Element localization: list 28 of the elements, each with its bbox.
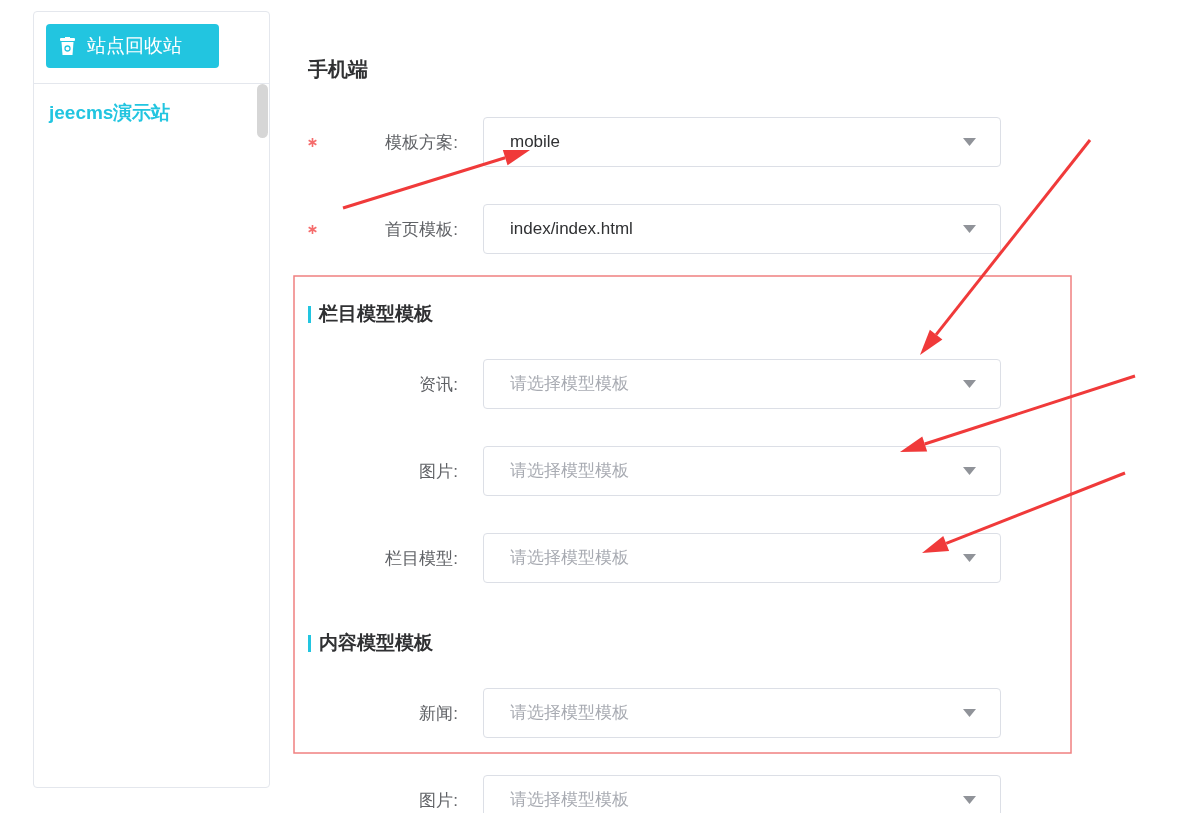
- section-heading: 栏目模型模板: [319, 302, 433, 326]
- caret-icon: [963, 225, 976, 233]
- field-label: 新闻:: [418, 702, 458, 725]
- caret-icon: [963, 796, 976, 804]
- field-label: 图片:: [418, 460, 458, 483]
- caret-icon: [963, 380, 976, 388]
- field-label: 首页模板:: [384, 218, 458, 241]
- field-label: 图片:: [418, 789, 458, 812]
- accent-bar: [308, 305, 311, 323]
- field-label: 资讯:: [418, 373, 458, 396]
- scrollbar-thumb[interactable]: [257, 84, 268, 138]
- caret-icon: [963, 709, 976, 717]
- trash-icon: [60, 37, 75, 55]
- caret-icon: [963, 138, 976, 146]
- field-label: 栏目模型:: [384, 547, 458, 570]
- section-heading: 内容模型模板: [319, 631, 433, 655]
- caret-icon: [963, 554, 976, 562]
- caret-icon: [963, 467, 976, 475]
- select-field[interactable]: 请选择模型模板: [483, 688, 1001, 738]
- select-field[interactable]: 请选择模型模板: [483, 775, 1001, 813]
- select-field[interactable]: 请选择模型模板: [483, 446, 1001, 496]
- select-field[interactable]: 请选择模型模板: [483, 359, 1001, 409]
- section-title: 手机端: [308, 57, 369, 82]
- select-field[interactable]: 请选择模型模板: [483, 533, 1001, 583]
- select-field[interactable]: index/index.html: [483, 204, 1001, 254]
- accent-bar: [308, 634, 311, 652]
- select-field[interactable]: mobile: [483, 117, 1001, 167]
- field-label: 模板方案:: [384, 131, 458, 154]
